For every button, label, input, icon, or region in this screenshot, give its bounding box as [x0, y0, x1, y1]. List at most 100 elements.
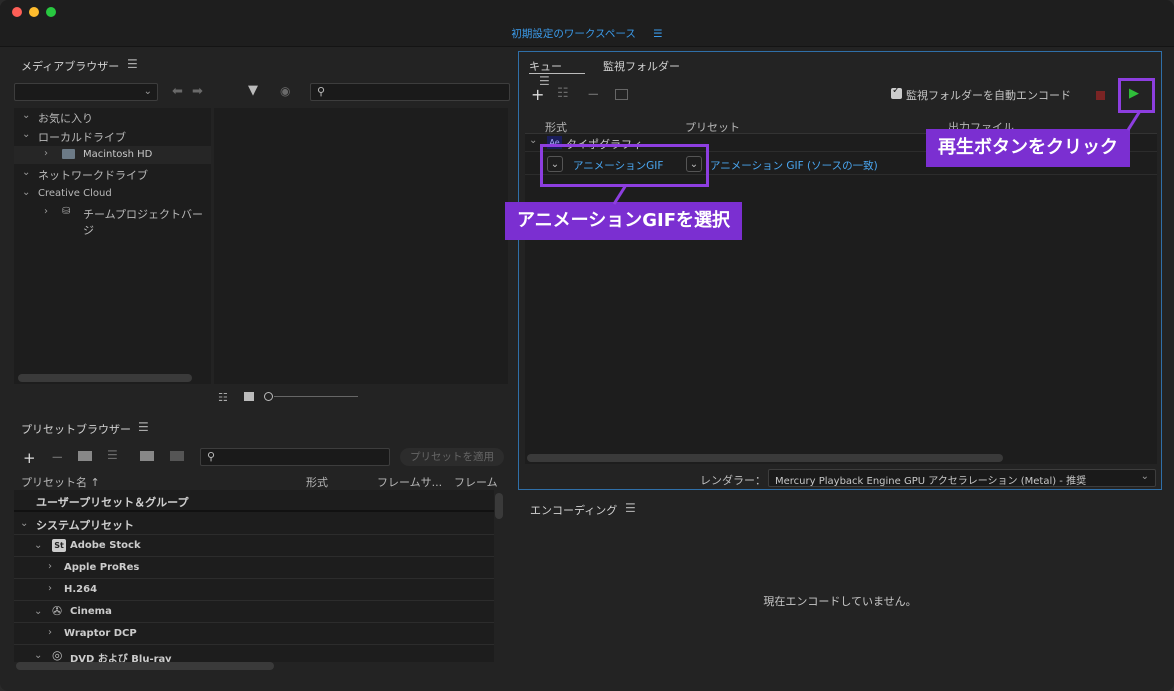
apply-preset-button[interactable]: プリセットを適用 — [400, 448, 504, 466]
renderer-value: Mercury Playback Engine GPU アクセラレーション (M… — [775, 476, 1087, 487]
renderer-dropdown[interactable]: Mercury Playback Engine GPU アクセラレーション (M… — [768, 469, 1156, 487]
close-window-button[interactable] — [12, 7, 22, 17]
encoding-title[interactable]: エンコーディング — [530, 502, 617, 518]
chevron-down-icon: ⌄ — [22, 187, 31, 198]
minimize-window-button[interactable] — [29, 7, 39, 17]
list-view-icon[interactable]: ☷ — [218, 391, 228, 404]
disc-icon: ◎ — [52, 648, 63, 662]
tab-queue[interactable]: キュー ☰ — [529, 58, 585, 88]
tree-item-label: ネットワークドライブ — [38, 169, 148, 182]
preset-browser-title[interactable]: プリセットブラウザー — [21, 421, 131, 437]
zoom-window-button[interactable] — [46, 7, 56, 17]
tab-watch-folders[interactable]: 監視フォルダー — [603, 58, 680, 74]
media-browser-title[interactable]: メディアブラウザー — [21, 58, 119, 74]
tree-item[interactable]: › ⛁ チームプロジェクトバージ — [14, 204, 211, 237]
renderer-label: レンダラー： — [700, 474, 766, 487]
workspace-menu-icon[interactable]: ☰ — [653, 28, 662, 40]
preset-row-label: Wraptor DCP — [64, 628, 137, 639]
preset-search-input[interactable]: ⚲ — [200, 448, 390, 466]
back-arrow-icon[interactable]: ⬅ — [172, 84, 183, 99]
preset-vertical-scrollbar[interactable] — [495, 493, 503, 519]
chevron-down-icon: ⌄ — [34, 650, 43, 661]
column-header-name[interactable]: プリセット名 ↑ — [21, 474, 100, 490]
remove-preset-icon[interactable]: − — [51, 448, 64, 466]
import-preset-icon[interactable] — [140, 451, 154, 461]
preset-row-label: Apple ProRes — [64, 562, 140, 573]
zoom-slider-handle[interactable] — [264, 392, 273, 401]
forward-arrow-icon[interactable]: ➡ — [192, 84, 203, 99]
list-item[interactable]: › Wraptor DCP — [14, 623, 494, 645]
list-item[interactable]: ⌄ システムプリセット — [14, 513, 494, 535]
queue-panel: キュー ☰ 監視フォルダー + ☷ − ✓ 監視フォルダーを自動エンコード ▶ … — [518, 51, 1162, 490]
workspace-name[interactable]: 初期設定のワークスペース — [511, 28, 635, 40]
new-group-icon[interactable] — [78, 451, 92, 461]
add-preset-icon[interactable]: + — [23, 449, 36, 467]
duplicate-icon[interactable] — [615, 89, 628, 100]
tab-queue-label: キュー — [529, 60, 562, 73]
remove-item-icon[interactable]: − — [587, 85, 600, 103]
column-header-preset[interactable]: プリセット — [685, 119, 740, 135]
media-tree: ⌄ お気に入り ⌄ ローカルドライブ › Macintosh HD ⌄ ネットワ… — [14, 108, 211, 384]
workspace-title[interactable]: 初期設定のワークスペース ☰ — [0, 22, 1174, 47]
chevron-right-icon: › — [48, 561, 52, 572]
media-browser-panel: メディアブラウザー ☰ ⌄ ⬅ ➡ ▼ ◉ ⚲ ⌄ お気に入り ⌄ ローカルドラ… — [8, 51, 514, 407]
location-dropdown[interactable]: ⌄ — [14, 83, 158, 101]
icon-view-icon[interactable] — [244, 392, 254, 401]
title-bar — [0, 0, 1174, 22]
tree-item[interactable]: › Macintosh HD — [14, 146, 211, 164]
queue-horizontal-scrollbar[interactable] — [527, 454, 1003, 462]
tree-item[interactable]: ⌄ ネットワークドライブ — [14, 165, 211, 183]
filter-icon[interactable]: ▼ — [248, 83, 258, 98]
workspace-bar: 初期設定のワークスペース ☰ — [0, 22, 1174, 47]
chevron-down-icon: ⌄ — [22, 110, 31, 121]
search-icon: ⚲ — [317, 85, 326, 98]
tree-horizontal-scrollbar[interactable] — [18, 374, 192, 382]
preset-browser-menu-icon[interactable]: ☰ — [138, 420, 149, 434]
tree-item[interactable]: ⌄ Creative Cloud — [14, 185, 211, 203]
auto-encode-checkbox[interactable]: ✓ — [891, 85, 902, 99]
list-item[interactable]: ⌄ St Adobe Stock — [14, 535, 494, 557]
tree-item-label: Creative Cloud — [38, 188, 112, 199]
preset-row-label: Adobe Stock — [70, 540, 141, 551]
column-header-format[interactable]: 形式 — [545, 119, 567, 135]
start-queue-button[interactable]: ▶ — [1129, 86, 1139, 101]
preset-row-label: DVD および Blu-ray — [70, 654, 172, 662]
callout-gif-instruction: アニメーションGIFを選択 — [505, 202, 743, 240]
encoding-status: 現在エンコードしていません。 — [763, 595, 917, 608]
list-item[interactable]: ユーザープリセット＆グループ — [14, 490, 494, 512]
media-browser-menu-icon[interactable]: ☰ — [127, 57, 138, 71]
encoding-menu-icon[interactable]: ☰ — [625, 501, 636, 515]
zoom-slider[interactable] — [274, 396, 358, 397]
media-search-input[interactable]: ⚲ — [310, 83, 510, 101]
hard-drive-icon — [62, 149, 75, 159]
preset-settings-icon[interactable]: ☰ — [107, 448, 118, 462]
view-eye-icon[interactable]: ◉ — [280, 84, 290, 98]
export-preset-icon[interactable] — [170, 451, 184, 461]
preset-horizontal-scrollbar[interactable] — [16, 662, 274, 670]
preset-browser-panel: プリセットブラウザー ☰ + − ☰ ⚲ プリセットを適用 プリセット名 ↑ 形… — [8, 413, 514, 675]
tree-item-label: お気に入り — [38, 112, 93, 125]
preset-value-link[interactable]: アニメーション GIF (ソースの一致) — [710, 158, 878, 173]
stop-icon[interactable] — [1096, 91, 1105, 100]
list-item[interactable]: › H.264 — [14, 579, 494, 601]
add-source-icon[interactable]: + — [531, 85, 544, 104]
list-item[interactable]: ⌄ ◎ DVD および Blu-ray — [14, 645, 494, 662]
chevron-down-icon: ⌄ — [22, 129, 31, 140]
tree-item[interactable]: ⌄ お気に入り — [14, 108, 211, 126]
preset-row-label: H.264 — [64, 584, 98, 595]
preset-list: ユーザープリセット＆グループ ⌄ システムプリセット ⌄ St Adobe St… — [14, 490, 494, 662]
tree-item[interactable]: ⌄ ローカルドライブ — [14, 127, 211, 145]
film-reel-icon: ✇ — [52, 604, 63, 618]
list-item[interactable]: › Apple ProRes — [14, 557, 494, 579]
adobe-stock-icon: St — [52, 539, 66, 552]
chevron-down-icon: ⌄ — [143, 86, 152, 97]
list-item[interactable]: ⌄ ✇ Cinema — [14, 601, 494, 623]
column-header-format[interactable]: 形式 — [306, 474, 328, 490]
preset-row-label: ユーザープリセット＆グループ — [36, 496, 189, 509]
team-project-icon: ⛁ — [62, 206, 71, 217]
queue-settings-icon[interactable]: ☷ — [557, 86, 569, 101]
tree-item-label: ローカルドライブ — [38, 131, 126, 144]
chevron-down-icon: ⌄ — [34, 540, 43, 551]
preset-row-label: システムプリセット — [36, 519, 135, 532]
column-header-frame-size[interactable]: フレームサ... — [377, 474, 442, 490]
